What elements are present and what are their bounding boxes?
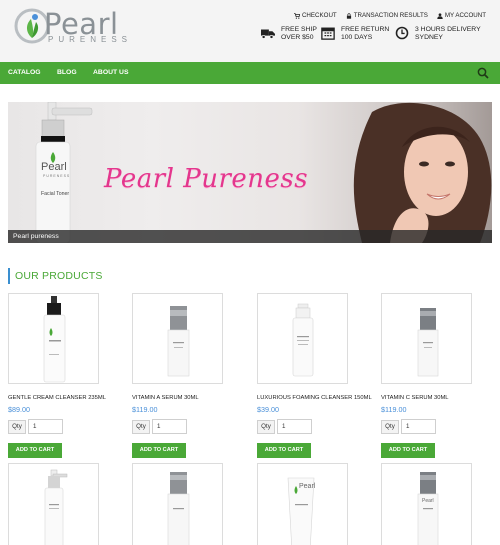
vitamin-c-serum-image — [417, 308, 439, 377]
bottle-product-label: Facial Toner — [41, 191, 70, 197]
main-nav: CATALOG BLOG ABOUT US — [0, 62, 500, 84]
serum-bottle-image — [167, 306, 190, 377]
model-photo — [353, 102, 492, 243]
top-links: CHECKOUT TRANSACTION RESULTS MY ACCOUNT — [293, 12, 486, 19]
qty-input[interactable]: 1 — [401, 419, 436, 434]
product-image[interactable]: Pearl — [257, 463, 348, 545]
qty-label: Qty — [132, 420, 150, 434]
tube-image — [287, 477, 315, 545]
product-image[interactable] — [132, 293, 223, 384]
product-image[interactable] — [381, 293, 472, 384]
product-name[interactable]: LUXURIOUS FOAMING CLEANSER 150ML — [257, 395, 372, 401]
hero-banner[interactable]: Pearl PURENESS Facial Toner Pearl Purene… — [8, 102, 492, 243]
spray-bottle-image — [44, 469, 68, 545]
search-icon[interactable] — [477, 67, 489, 79]
perk-free-ship-line2: OVER $50 — [281, 34, 314, 42]
qty-label: Qty — [257, 420, 275, 434]
product-price: $119.00 — [381, 405, 407, 414]
foaming-cleanser-image — [292, 303, 314, 377]
product-name[interactable]: VITAMIN A SERUM 30ML — [132, 395, 244, 401]
transaction-results-link[interactable]: TRANSACTION RESULTS — [346, 12, 428, 19]
perk-free-ship-line1: FREE SHIP — [281, 26, 317, 33]
nav-item-about-us[interactable]: ABOUT US — [93, 69, 129, 76]
lock-icon — [346, 12, 351, 19]
perk-delivery-line1: 3 HOURS DELIVERY — [415, 26, 481, 33]
checkout-link[interactable]: CHECKOUT — [293, 12, 337, 19]
section-title: OUR PRODUCTS — [8, 268, 103, 284]
add-to-cart-button[interactable]: ADD TO CART — [381, 443, 435, 458]
perk-free-return-line1: FREE RETURN — [341, 26, 390, 33]
truck-icon — [261, 29, 275, 39]
add-to-cart-button[interactable]: ADD TO CART — [257, 443, 311, 458]
my-account-label: MY ACCOUNT — [444, 12, 486, 19]
user-icon — [437, 12, 443, 19]
nav-item-catalog[interactable]: CATALOG — [8, 69, 41, 76]
product-image[interactable] — [8, 293, 99, 384]
banner-title: Pearl Pureness — [104, 164, 309, 194]
tube-brand-label: Pearl — [299, 483, 316, 490]
add-to-cart-button[interactable]: ADD TO CART — [132, 443, 186, 458]
qty-label: Qty — [381, 420, 399, 434]
perks-bar: FREE SHIP OVER $50 FREE RETURN 100 DAYS … — [261, 26, 491, 48]
cart-icon — [293, 12, 300, 19]
my-account-link[interactable]: MY ACCOUNT — [437, 12, 486, 19]
product-price: $39.00 — [257, 405, 279, 414]
cleanser-bottle-image — [43, 296, 66, 383]
perk-free-return-line2: 100 DAYS — [341, 34, 373, 42]
site-header: Pearl PURENESS CHECKOUT TRANSACTION RESU… — [0, 0, 500, 62]
product-name[interactable]: VITAMIN C SERUM 30ML — [381, 395, 493, 401]
banner-caption: Pearl pureness — [8, 230, 492, 243]
checkout-label: CHECKOUT — [301, 12, 337, 19]
transaction-results-label: TRANSACTION RESULTS — [353, 12, 428, 19]
perk-free-return: FREE RETURN 100 DAYS — [321, 26, 389, 42]
clock-icon — [395, 26, 409, 40]
product-image[interactable] — [132, 463, 223, 545]
bottle-brand-sub: PURENESS — [43, 174, 71, 178]
product-name[interactable]: GENTLE CREAM CLEANSER 235ML — [8, 395, 120, 401]
perk-delivery: 3 HOURS DELIVERY SYDNEY — [395, 26, 481, 42]
qty-input[interactable]: 1 — [152, 419, 187, 434]
perk-free-ship: FREE SHIP OVER $50 — [261, 26, 317, 42]
perk-delivery-line2: SYDNEY — [415, 34, 443, 42]
product-price: $119.00 — [132, 405, 158, 414]
qty-input[interactable]: 1 — [277, 419, 312, 434]
product-image[interactable]: Pearl — [381, 463, 472, 545]
product-image[interactable] — [8, 463, 99, 545]
add-to-cart-button[interactable]: ADD TO CART — [8, 443, 62, 458]
serum-bottle-image — [417, 472, 439, 545]
nav-item-blog[interactable]: BLOG — [57, 69, 77, 76]
logo-tagline: PURENESS — [48, 35, 133, 44]
qty-input[interactable]: 1 — [28, 419, 63, 434]
serum-brand-label: Pearl — [422, 498, 434, 504]
product-image[interactable] — [257, 293, 348, 384]
serum-bottle-image — [167, 472, 190, 545]
bottle-brand-label: Pearl — [41, 161, 67, 173]
calendar-icon — [321, 27, 335, 40]
product-price: $89.00 — [8, 405, 30, 414]
qty-label: Qty — [8, 420, 26, 434]
logo[interactable]: Pearl PURENESS — [12, 5, 127, 47]
